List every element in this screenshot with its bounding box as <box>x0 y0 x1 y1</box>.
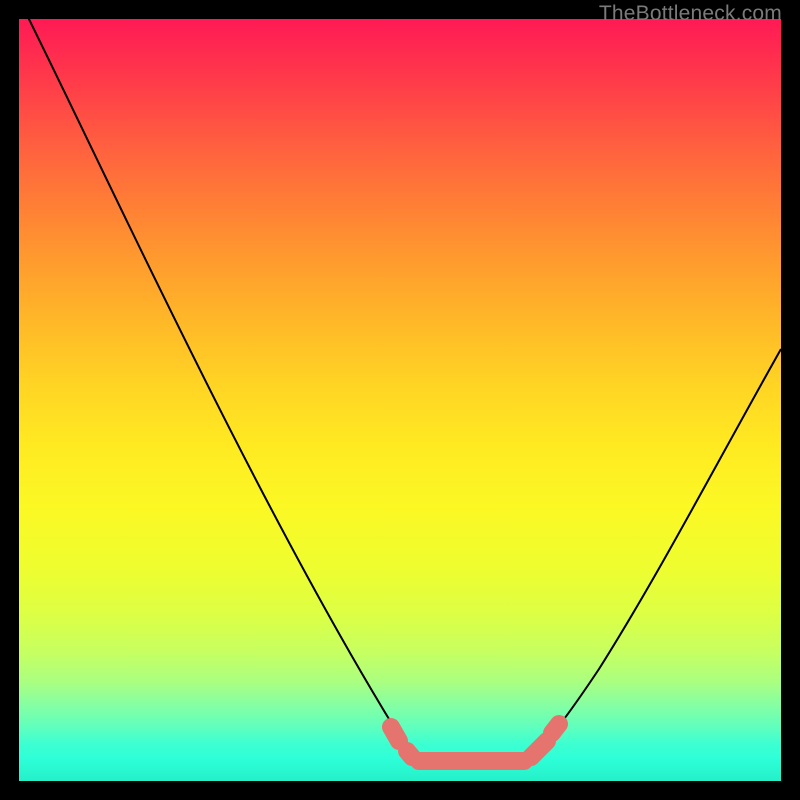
chart-svg <box>19 19 781 781</box>
highlight-flat-region <box>391 724 559 761</box>
bottleneck-curve <box>19 0 781 767</box>
watermark-text: TheBottleneck.com <box>599 2 782 26</box>
plot-area <box>19 19 781 781</box>
